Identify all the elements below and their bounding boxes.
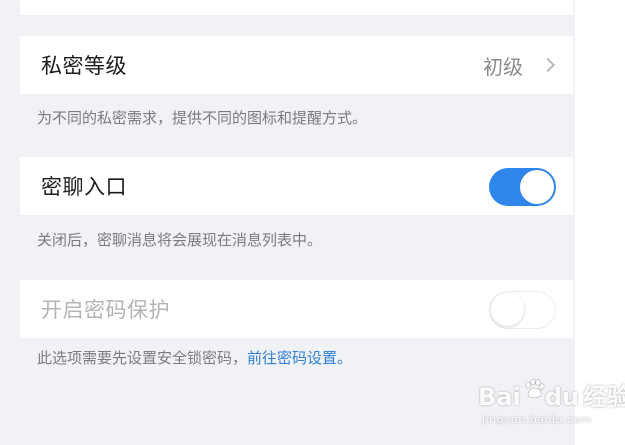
previous-card-edge: [20, 0, 573, 15]
secret-chat-entry-row: 密聊入口: [20, 157, 573, 215]
password-protection-label: 开启密码保护: [41, 298, 170, 322]
privacy-level-label: 私密等级: [41, 54, 127, 78]
password-protection-row: 开启密码保护: [20, 280, 573, 338]
password-protection-toggle[interactable]: [489, 291, 556, 329]
watermark-url: jingyan.baidu.com: [482, 413, 593, 426]
password-settings-link[interactable]: 前往密码设置。: [247, 349, 352, 367]
privacy-level-hint: 为不同的私密需求，提供不同的图标和提醒方式。: [37, 109, 368, 127]
privacy-level-row[interactable]: 私密等级 初级: [20, 36, 573, 94]
watermark-logo: Bai du 经验: [478, 377, 625, 412]
toggle-knob: [491, 293, 524, 326]
toggle-knob: [520, 170, 554, 204]
watermark-brand-left: Bai: [478, 383, 521, 411]
chevron-right-icon: [540, 57, 556, 73]
password-protection-hint: 此选项需要先设置安全锁密码，前往密码设置。: [37, 347, 352, 368]
baidu-jingyan-watermark: Bai du 经验 jingyan.baidu.com: [478, 377, 625, 437]
secret-chat-entry-hint: 关闭后，密聊消息将会展现在消息列表中。: [37, 231, 323, 249]
privacy-level-value: 初级: [483, 54, 523, 79]
secret-chat-entry-toggle[interactable]: [489, 168, 556, 206]
secret-chat-entry-label: 密聊入口: [41, 175, 127, 199]
watermark-brand-right: du: [544, 383, 579, 411]
watermark-brand-cn: 经验: [582, 383, 625, 411]
password-protection-hint-text: 此选项需要先设置安全锁密码，: [37, 349, 248, 367]
paw-icon: [525, 378, 545, 398]
